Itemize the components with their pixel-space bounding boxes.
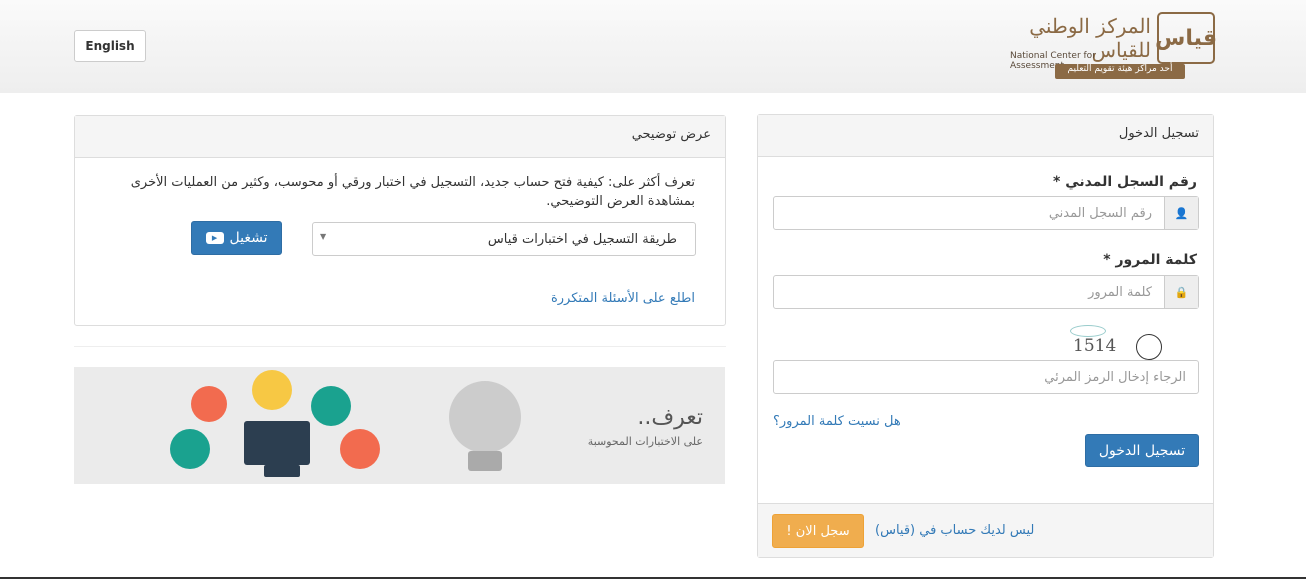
password-label: كلمة المرور *	[1103, 252, 1197, 268]
globe-icon	[311, 386, 351, 426]
register-now-button[interactable]: سجل الان !	[772, 514, 864, 548]
flask-icon	[252, 370, 292, 410]
civil-id-label: رقم السجل المدني *	[1053, 174, 1197, 190]
logo-tagline: أحد مراكز هيئة تقويم التعليم	[1055, 64, 1185, 79]
civil-id-input[interactable]: 👤 رقم السجل المدني	[773, 196, 1199, 230]
computer-icon	[244, 421, 310, 465]
login-panel-footer: سجل الان ! ليس لديك حساب في (قياس)	[758, 503, 1213, 557]
login-button[interactable]: تسجيل الدخول	[1085, 434, 1199, 467]
microscope-icon	[340, 429, 380, 469]
faq-link[interactable]: اطلع على الأسئلة المتكررة	[551, 291, 695, 306]
computer-tests-banner[interactable]: تعرف.. على الاختبارات المحوسبة	[74, 367, 725, 484]
qiyas-mark: قياس	[1155, 12, 1217, 64]
demo-panel-title: عرض توضيحي	[75, 116, 725, 158]
play-button[interactable]: تشغيل ▶	[191, 221, 282, 255]
chart-icon	[191, 386, 227, 422]
captcha-image: 1514	[1068, 325, 1178, 361]
login-panel-title: تسجيل الدخول	[758, 115, 1213, 157]
lightbulb-icon	[449, 381, 521, 453]
demo-select[interactable]: طريقة التسجيل في اختبارات قياس ▼	[312, 222, 696, 256]
user-icon: 👤	[1164, 197, 1198, 229]
demo-description: تعرف أكثر على: كيفية فتح حساب جديد، التس…	[130, 175, 695, 209]
play-button-label: تشغيل	[229, 230, 268, 246]
site-header: English قياس المركز الوطني للقياس Nation…	[0, 0, 1306, 93]
nca-logo[interactable]: قياس المركز الوطني للقياس National Cente…	[1010, 8, 1217, 83]
english-language-button[interactable]: English	[74, 30, 146, 62]
divider	[74, 346, 726, 347]
civil-id-placeholder: رقم السجل المدني	[1048, 205, 1152, 221]
banner-title: تعرف..	[637, 405, 703, 430]
demo-panel: عرض توضيحي تعرف أكثر على: كيفية فتح حساب…	[74, 115, 726, 326]
no-account-text: ليس لديك حساب في (قياس)	[875, 523, 1035, 538]
forgot-password-link[interactable]: هل نسيت كلمة المرور؟	[773, 414, 901, 429]
captcha-placeholder: الرجاء إدخال الرمز المرئي	[1044, 369, 1186, 385]
password-placeholder: كلمة المرور	[1088, 284, 1152, 300]
protractor-icon	[170, 429, 210, 469]
banner-subtitle: على الاختبارات المحوسبة	[587, 435, 703, 448]
youtube-icon: ▶	[205, 232, 224, 244]
login-panel: تسجيل الدخول رقم السجل المدني * 👤 رقم ال…	[757, 114, 1214, 558]
captcha-input[interactable]: الرجاء إدخال الرمز المرئي	[773, 360, 1199, 394]
lock-icon: 🔒	[1164, 276, 1198, 308]
demo-select-value: طريقة التسجيل في اختبارات قياس	[487, 231, 677, 247]
password-input[interactable]: 🔒 كلمة المرور	[773, 275, 1199, 309]
chevron-down-icon: ▼	[320, 232, 327, 241]
